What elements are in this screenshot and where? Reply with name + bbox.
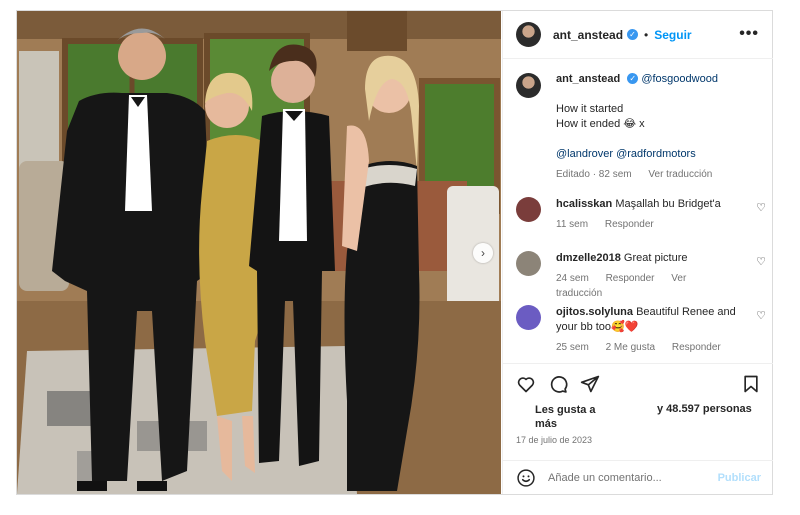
caption-tags[interactable]: @landrover @radfordmotors — [556, 147, 726, 162]
verified-badge-icon: ✓ — [627, 29, 639, 40]
comment-time: 11 sem — [556, 219, 589, 230]
post-caption: ant_anstead ✓ @fosgoodwood How it starte… — [516, 72, 766, 182]
comment-time: 25 sem — [556, 342, 589, 353]
share-icon[interactable] — [580, 374, 600, 394]
more-options-icon[interactable]: ••• — [739, 25, 759, 43]
caption-body: ant_anstead ✓ @fosgoodwood How it starte… — [556, 72, 726, 182]
author-username[interactable]: ant_anstead — [553, 28, 623, 42]
caption-author[interactable]: ant_anstead — [556, 73, 620, 85]
publish-button[interactable]: Publicar — [718, 472, 761, 484]
comment-item: dmzelle2018 Great picture 24 sem Respond… — [516, 251, 766, 301]
reply-button[interactable]: Responder — [605, 219, 654, 230]
heart-icon[interactable]: ♡ — [756, 255, 766, 268]
post-photo[interactable]: › — [17, 11, 501, 494]
action-bar — [503, 363, 773, 398]
comment-user[interactable]: dmzelle2018 — [556, 252, 621, 264]
commenter-avatar[interactable] — [516, 197, 541, 222]
comment-time: 24 sem — [556, 273, 589, 284]
verified-badge-icon: ✓ — [627, 73, 639, 84]
commenter-avatar[interactable] — [516, 305, 541, 330]
likes-prefix: Les gusta a — [535, 404, 596, 416]
heart-icon[interactable]: ♡ — [756, 201, 766, 214]
instagram-post: › ant_anstead ✓ • Seguir ••• ant_anstead… — [16, 10, 773, 495]
chevron-right-icon: › — [481, 246, 485, 260]
post-date[interactable]: 17 de julio de 2023 — [516, 435, 592, 445]
reply-button[interactable]: Responder — [606, 273, 655, 284]
follow-button[interactable]: Seguir — [654, 28, 691, 42]
comment-input[interactable] — [548, 471, 713, 484]
comment-icon[interactable] — [548, 374, 568, 394]
comment-likes[interactable]: 2 Me gusta — [606, 342, 655, 353]
commenter-avatar[interactable] — [516, 251, 541, 276]
caption-translate-link[interactable]: Ver traducción — [648, 169, 712, 180]
caption-line-1: How it started — [556, 103, 624, 115]
caption-edited: Editado · 82 sem — [556, 169, 632, 180]
add-comment-bar: Publicar — [503, 460, 773, 494]
comment-user[interactable]: ojitos.solyluna — [556, 306, 633, 318]
reply-button[interactable]: Responder — [672, 342, 721, 353]
caption-author-avatar[interactable] — [516, 73, 541, 98]
photo-illustration — [17, 11, 501, 494]
comment-text: Maşallah bu Bridget'a — [615, 198, 721, 210]
likes-more-link[interactable]: más — [535, 417, 596, 431]
heart-icon[interactable]: ♡ — [756, 309, 766, 322]
comment-user[interactable]: hcalisskan — [556, 198, 612, 210]
emoji-icon[interactable] — [516, 468, 536, 488]
caption-mention[interactable]: @fosgoodwood — [641, 73, 718, 85]
post-side-panel: ant_anstead ✓ • Seguir ••• ant_anstead ✓… — [502, 11, 773, 494]
separator-dot: • — [644, 27, 649, 42]
comment-text: Great picture — [623, 252, 688, 264]
likes-count[interactable]: y 48.597 personas — [657, 403, 752, 415]
bookmark-icon[interactable] — [741, 374, 761, 394]
likes-summary: Les gusta a más — [535, 403, 596, 431]
author-avatar[interactable] — [516, 22, 541, 47]
next-photo-button[interactable]: › — [473, 243, 493, 263]
post-header: ant_anstead ✓ • Seguir ••• — [503, 11, 773, 59]
comment-item: ojitos.solyluna Beautiful Renee and your… — [516, 305, 766, 355]
comment-item: hcalisskan Maşallah bu Bridget'a 11 sem … — [516, 197, 766, 232]
caption-line-2: How it ended 😂 x — [556, 118, 645, 130]
heart-icon[interactable] — [516, 374, 536, 394]
